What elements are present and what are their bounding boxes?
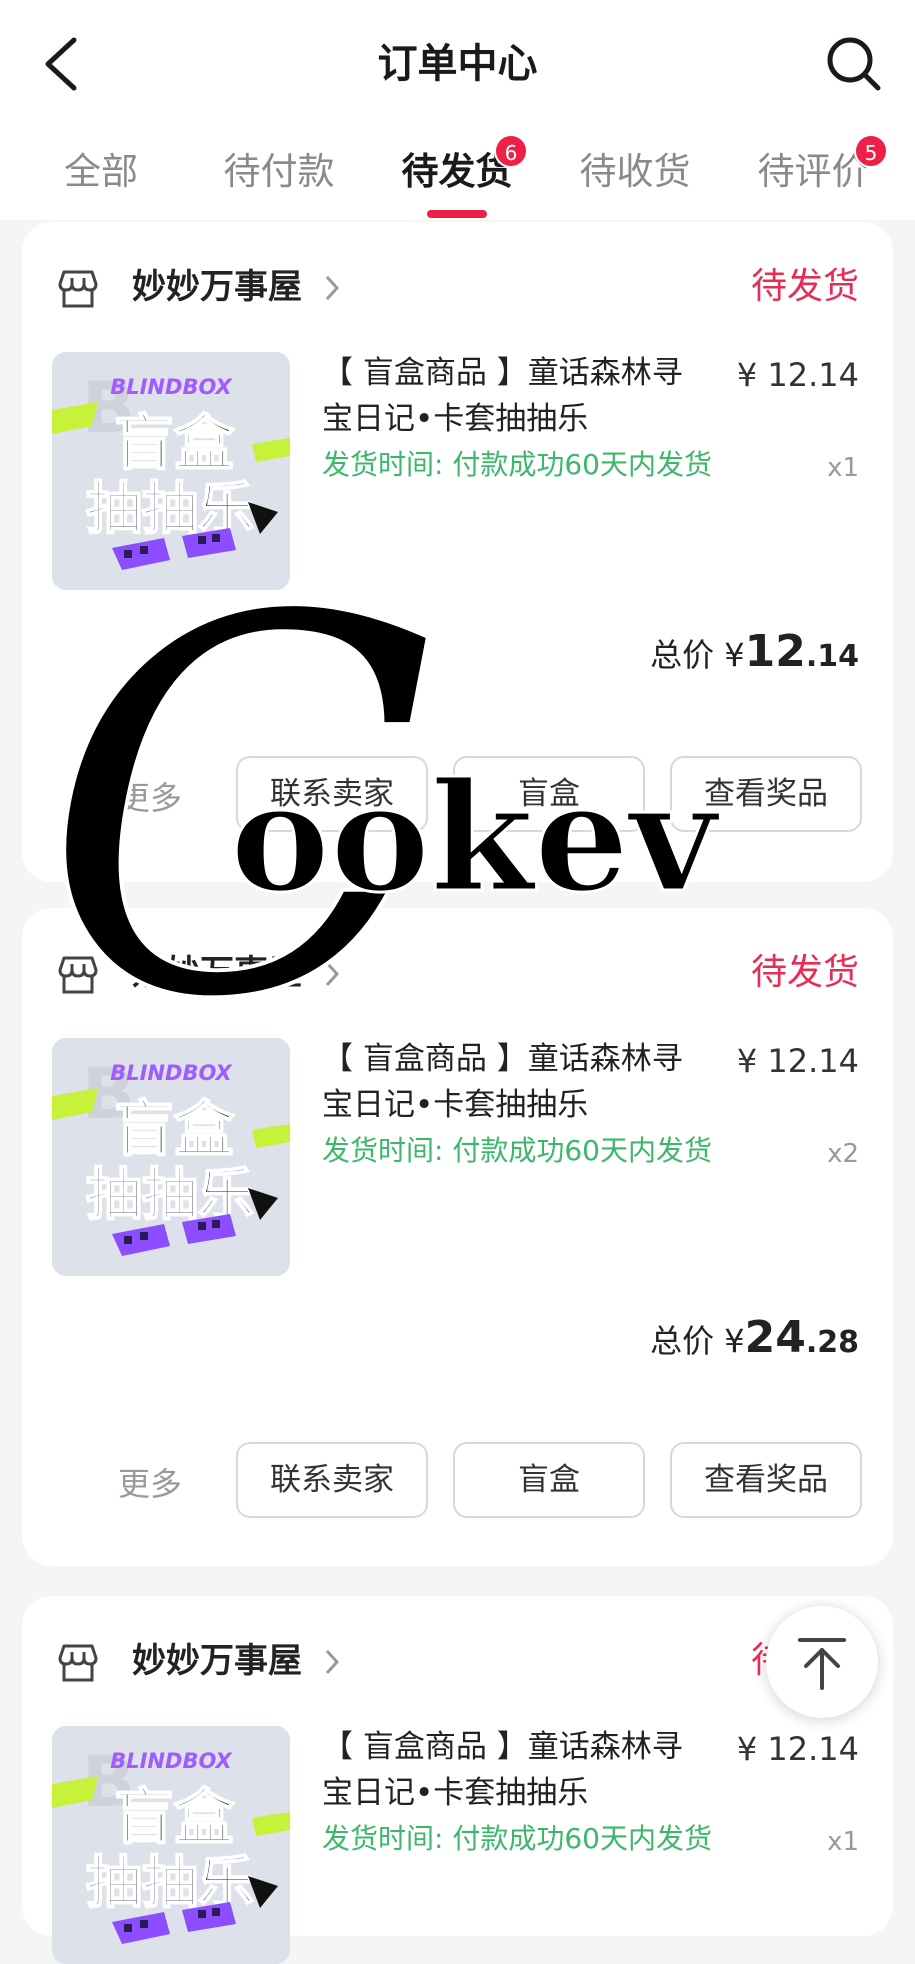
unit-price: ¥ 12.14 [736, 1042, 859, 1080]
scroll-to-top-button[interactable] [766, 1606, 878, 1718]
chevron-right-icon [325, 1649, 340, 1675]
tab-pending-shipment[interactable]: 待发货 6 [382, 134, 532, 202]
page-title: 订单中心 [377, 41, 538, 87]
unit-price: ¥ 12.14 [736, 356, 859, 394]
order-card: 妙妙万事屋 待发货 B BLINDBOX 盲盒 抽抽乐 【 盲盒商品 】童话森林… [22, 908, 893, 1566]
more-button[interactable]: 更多 [118, 1454, 182, 1514]
product-thumbnail[interactable]: B BLINDBOX 盲盒 抽抽乐 [52, 352, 290, 590]
header: 订单中心 全部 待付款 待发货 6 待收货 待评价 5 [0, 0, 915, 220]
ship-time: 发货时间: 付款成功60天内发货 [322, 1822, 712, 1855]
product-thumbnail[interactable]: B BLINDBOX 盲盒 抽抽乐 [52, 1038, 290, 1276]
chevron-right-icon [325, 961, 340, 987]
tab-count-badge: 6 [494, 134, 528, 168]
thumbnail-title-line1: 盲盒 [114, 1095, 235, 1165]
shop-icon [58, 270, 98, 308]
total-label: 总价 [650, 636, 715, 674]
product-title[interactable]: 【 盲盒商品 】童话森林寻宝日记•卡套抽抽乐 [322, 1036, 712, 1128]
unit-price: ¥ 12.14 [736, 1730, 859, 1768]
order-card: 妙妙万事屋 待发货 B BLINDBOX 盲盒 抽抽乐 【 盲盒商品 】童话森林… [22, 1596, 893, 1964]
shop-icon [58, 1644, 98, 1682]
quantity: x2 [827, 1139, 859, 1169]
shop-name[interactable]: 妙妙万事屋 [132, 1636, 302, 1686]
total-currency: ¥ [724, 1322, 745, 1360]
thumbnail-title-line1: 盲盒 [114, 1783, 235, 1853]
blind-box-button[interactable]: 盲盒 [453, 1442, 645, 1518]
active-tab-indicator [427, 210, 487, 218]
ship-time: 发货时间: 付款成功60天内发货 [322, 1134, 712, 1167]
order-tabs: 全部 待付款 待发货 6 待收货 待评价 5 [0, 130, 915, 220]
blind-box-button[interactable]: 盲盒 [453, 756, 645, 832]
order-card: 妙妙万事屋 待发货 B BLINDBOX 盲盒 抽抽乐 【 盲盒商品 】童话森林… [22, 222, 893, 882]
order-total: 总价 ¥12.14 [650, 622, 859, 687]
shop-name[interactable]: 妙妙万事屋 [132, 948, 302, 998]
ship-time: 发货时间: 付款成功60天内发货 [322, 448, 712, 481]
search-icon[interactable] [824, 34, 882, 92]
thumbnail-title-line1: 盲盒 [114, 409, 235, 479]
thumbnail-brand-text: BLINDBOX [110, 1061, 233, 1085]
total-decimal: .28 [805, 1325, 859, 1360]
product-thumbnail[interactable]: B BLINDBOX 盲盒 抽抽乐 [52, 1726, 290, 1964]
tab-count-badge: 5 [854, 134, 888, 168]
total-currency: ¥ [724, 636, 745, 674]
total-integer: 12 [744, 626, 806, 677]
order-status: 待发货 [750, 266, 859, 307]
tab-pending-payment[interactable]: 待付款 [204, 142, 354, 202]
chevron-right-icon [325, 275, 340, 301]
thumbnail-brand-text: BLINDBOX [110, 375, 233, 399]
shop-name[interactable]: 妙妙万事屋 [132, 262, 302, 312]
shop-icon [58, 956, 98, 994]
thumbnail-brand-text: BLINDBOX [110, 1749, 233, 1773]
product-title[interactable]: 【 盲盒商品 】童话森林寻宝日记•卡套抽抽乐 [322, 1724, 712, 1816]
contact-seller-button[interactable]: 联系卖家 [236, 1442, 428, 1518]
product-title[interactable]: 【 盲盒商品 】童话森林寻宝日记•卡套抽抽乐 [322, 350, 712, 442]
quantity: x1 [827, 1827, 859, 1857]
more-button[interactable]: 更多 [118, 768, 182, 828]
total-integer: 24 [744, 1312, 806, 1363]
quantity: x1 [827, 453, 859, 483]
view-prize-button[interactable]: 查看奖品 [670, 1442, 862, 1518]
contact-seller-button[interactable]: 联系卖家 [236, 756, 428, 832]
total-label: 总价 [650, 1322, 715, 1360]
scroll-to-top-icon [798, 1638, 846, 1690]
order-total: 总价 ¥24.28 [650, 1308, 859, 1373]
tab-pending-review[interactable]: 待评价 5 [738, 134, 888, 202]
order-status: 待发货 [750, 952, 859, 993]
total-decimal: .14 [805, 639, 859, 674]
view-prize-button[interactable]: 查看奖品 [670, 756, 862, 832]
tab-all[interactable]: 全部 [26, 142, 176, 202]
tab-pending-receipt[interactable]: 待收货 [560, 142, 710, 202]
